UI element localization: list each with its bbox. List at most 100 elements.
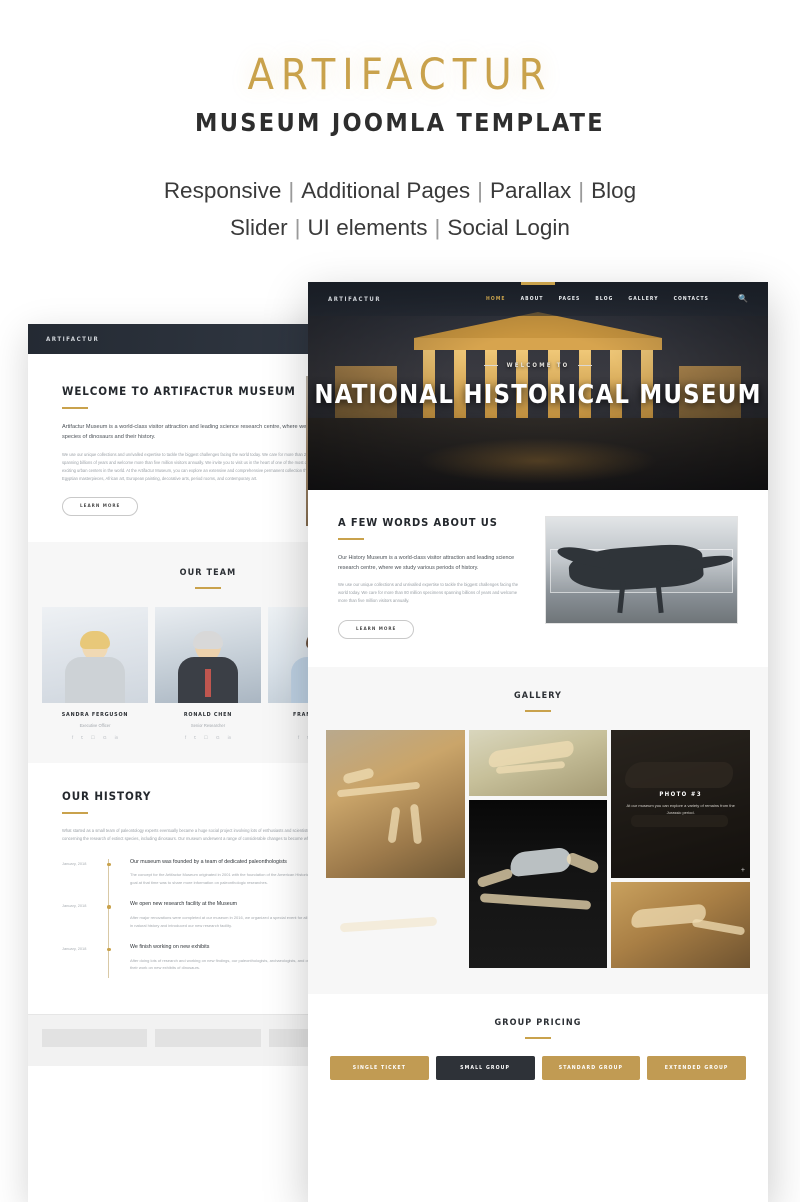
google-plus-icon[interactable]: G xyxy=(216,735,220,741)
fossil-skull-shape xyxy=(509,846,573,878)
facebook-icon[interactable]: f xyxy=(298,735,299,741)
about-body: We use our unique collections and unriva… xyxy=(338,582,519,604)
twitter-icon[interactable]: 𝗍 xyxy=(194,735,196,741)
nav-item-blog[interactable]: BLOG xyxy=(595,296,613,302)
eyebrow-dash-left xyxy=(483,365,498,366)
about-skeleton-image xyxy=(545,516,738,624)
gallery-item[interactable] xyxy=(326,882,465,968)
back-site-logo: ARTIFACTUR xyxy=(46,335,100,343)
feature-social-login: Social Login xyxy=(447,214,570,240)
feature-additional-pages: Additional Pages xyxy=(301,178,471,204)
front-site-nav: HOME ABOUT PAGES BLOG GALLERY CONTACTS 🔍 xyxy=(486,295,748,303)
person-body xyxy=(65,656,125,703)
fossil-shape xyxy=(476,868,514,889)
fossil-shape xyxy=(691,918,745,936)
feature-responsive: Responsive xyxy=(163,178,282,204)
promo-subtitle: MUSEUM JOOMLA TEMPLATE xyxy=(195,108,605,138)
person-tie xyxy=(205,668,211,697)
gallery-grid: PHOTO #3 At our museum you can explore a… xyxy=(308,729,768,968)
linkedin-icon[interactable]: in xyxy=(228,735,232,741)
nav-item-contacts[interactable]: CONTACTS xyxy=(674,296,709,302)
search-icon[interactable]: 🔍 xyxy=(738,295,748,303)
fossil-shape xyxy=(341,767,374,785)
team-member-card[interactable]: RONALD CHEN Senior Researcher f 𝗍 ☐ G in xyxy=(155,606,261,741)
mockups-stage: ARTIFACTUR HOME WELCOME TO ARTIFACTUR MU… xyxy=(0,272,800,1202)
fossil-shape xyxy=(479,893,591,910)
team-member-role: Executive Officer xyxy=(79,722,111,728)
facebook-icon[interactable]: f xyxy=(185,735,186,741)
person-hair xyxy=(193,630,223,649)
hero-section: WELCOME TO NATIONAL HISTORICAL MUSEUM AR… xyxy=(308,282,768,490)
footer-block xyxy=(155,1029,261,1048)
facebook-icon[interactable]: f xyxy=(72,735,73,741)
gallery-overlay-description: At our museum you can explore a variety … xyxy=(626,803,735,815)
feature-parallax: Parallax xyxy=(489,178,572,204)
timeline-dot-icon xyxy=(107,947,111,952)
promo-header: ARTIFACTUR MUSEUM JOOMLA TEMPLATE Respon… xyxy=(0,0,800,246)
team-member-name: SANDRA FERGUSON xyxy=(61,711,129,718)
pricing-section: GROUP PRICING SINGLE TICKET SMALL GROUP … xyxy=(308,993,768,1080)
tab-extended-group[interactable]: EXTENDED GROUP xyxy=(647,1055,746,1080)
tab-standard-group[interactable]: STANDARD GROUP xyxy=(541,1055,641,1080)
nav-item-home[interactable]: HOME xyxy=(486,296,506,302)
team-social-links: f 𝗍 ☐ G in xyxy=(42,735,148,741)
pricing-heading: GROUP PRICING xyxy=(494,1017,582,1028)
timeline-dot-icon xyxy=(107,905,111,909)
gallery-overlay-title: PHOTO #3 xyxy=(659,791,703,799)
about-lead: Our History Museum is a world-class visi… xyxy=(338,555,515,571)
pricing-tabs: SINGLE TICKET SMALL GROUP STANDARD GROUP… xyxy=(308,1055,768,1080)
nav-item-pages[interactable]: PAGES xyxy=(559,296,581,302)
gallery-heading: GALLERY xyxy=(513,690,563,701)
about-heading: A FEW WORDS ABOUT US xyxy=(338,516,498,529)
avatar xyxy=(42,606,148,703)
nav-item-about[interactable]: ABOUT xyxy=(521,296,544,302)
promo-feature-line-1: Responsive | Additional Pages | Parallax | Blo… xyxy=(0,173,800,209)
gold-divider xyxy=(338,538,364,540)
gallery-item[interactable] xyxy=(468,799,608,968)
front-browser-mockup: WELCOME TO NATIONAL HISTORICAL MUSEUM AR… xyxy=(308,282,768,1202)
about-section: A FEW WORDS ABOUT US Our History Museum … xyxy=(308,490,768,667)
timeline-date: January, 2018 xyxy=(62,903,87,909)
timeline-date: January, 2018 xyxy=(62,860,87,866)
promo-feature-line-2: Slider | UI elements | Social Login xyxy=(0,210,800,246)
team-member-card[interactable]: SANDRA FERGUSON Executive Officer f 𝗍 ☐ … xyxy=(42,606,148,741)
feature-separator: | xyxy=(288,178,295,204)
hero-eyebrow-text: WELCOME TO xyxy=(506,362,570,369)
gallery-column xyxy=(468,729,608,968)
instagram-icon[interactable]: ☐ xyxy=(204,735,208,741)
about-learn-more-button[interactable]: LEARN MORE xyxy=(338,619,415,639)
person-illustration xyxy=(65,630,125,703)
twitter-icon[interactable]: 𝗍 xyxy=(81,735,83,741)
google-plus-icon[interactable]: G xyxy=(103,735,107,741)
timeline-dot-icon xyxy=(107,862,111,866)
gallery-item[interactable]: PHOTO #3 At our museum you can explore a… xyxy=(611,729,751,878)
gallery-item[interactable] xyxy=(326,729,465,878)
tab-single-ticket[interactable]: SINGLE TICKET xyxy=(330,1055,429,1080)
gold-divider xyxy=(525,709,551,712)
instagram-icon[interactable]: ☐ xyxy=(91,735,95,741)
front-site-logo: ARTIFACTUR xyxy=(328,295,382,303)
hero-title: NATIONAL HISTORICAL MUSEUM xyxy=(314,380,762,410)
gold-divider xyxy=(62,811,88,814)
feature-blog: Blog xyxy=(591,178,637,204)
gallery-item-overlay[interactable]: PHOTO #3 At our museum you can explore a… xyxy=(611,729,751,878)
person-hair xyxy=(80,630,110,649)
linkedin-icon[interactable]: in xyxy=(115,735,119,741)
feature-slider: Slider xyxy=(230,214,288,240)
gold-divider xyxy=(62,407,88,409)
tab-small-group[interactable]: SMALL GROUP xyxy=(435,1055,535,1080)
hero-eyebrow: WELCOME TO xyxy=(483,362,593,369)
nav-item-gallery[interactable]: GALLERY xyxy=(628,296,658,302)
back-learn-more-button[interactable]: LEARN MORE xyxy=(62,496,139,516)
gallery-item[interactable] xyxy=(611,881,751,968)
fossil-shape xyxy=(409,803,423,844)
top-accent-bar xyxy=(521,282,555,285)
feature-separator: | xyxy=(578,178,585,204)
feature-ui-elements: UI elements xyxy=(307,214,428,240)
gallery-item[interactable] xyxy=(468,729,608,796)
footer-block xyxy=(42,1029,148,1048)
person-illustration xyxy=(178,630,238,703)
feature-separator: | xyxy=(434,214,441,240)
fossil-shape xyxy=(339,916,438,933)
plus-icon[interactable]: + xyxy=(741,867,745,874)
